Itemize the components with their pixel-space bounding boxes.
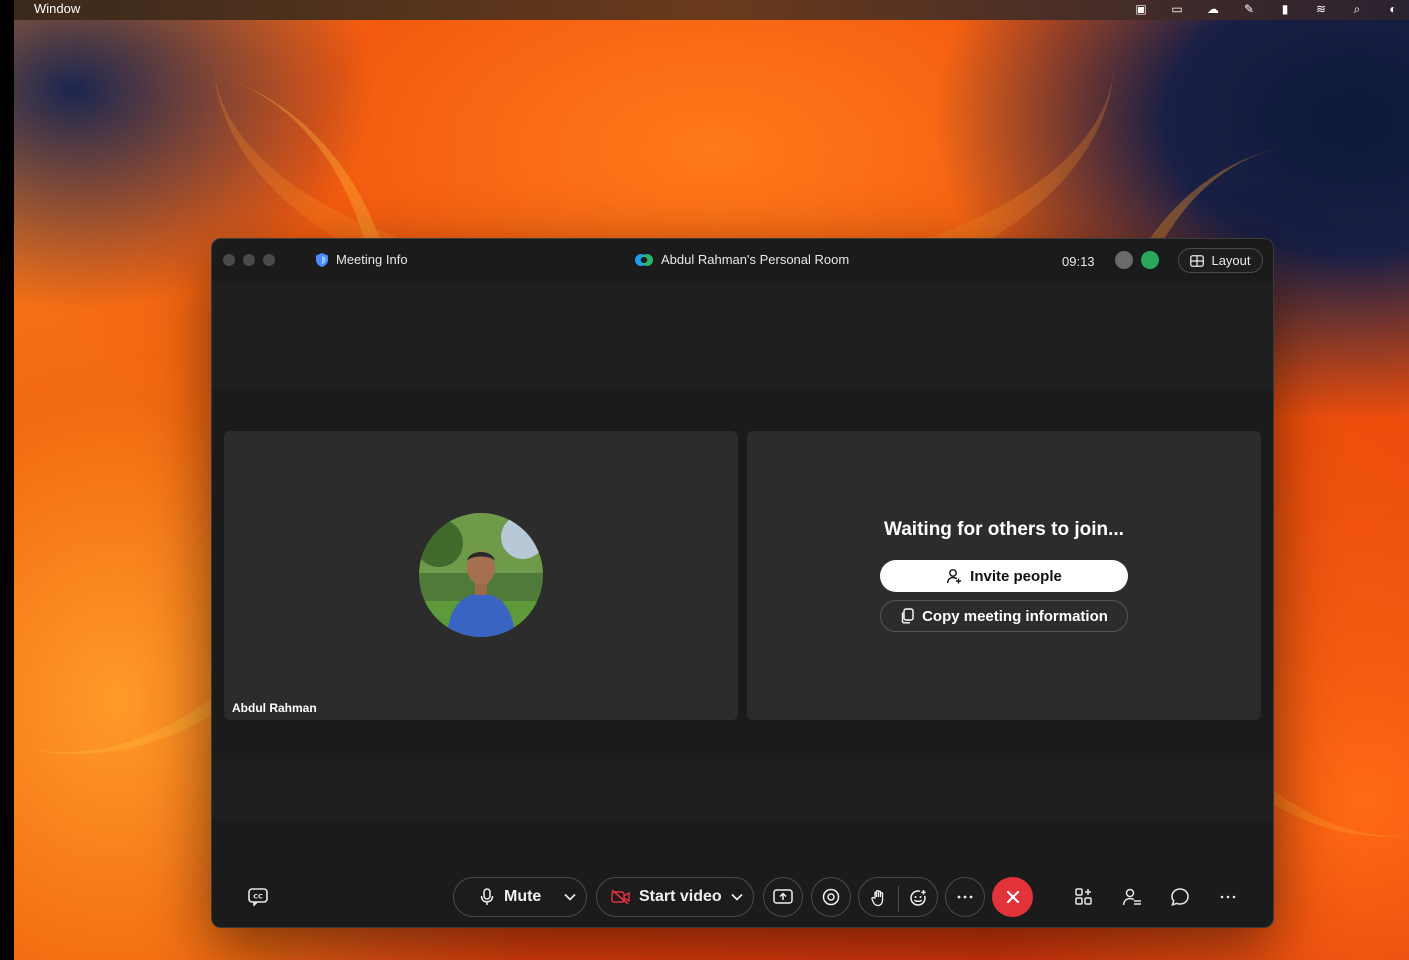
chevron-down-icon[interactable] bbox=[564, 893, 576, 901]
chevron-down-icon[interactable] bbox=[731, 893, 743, 901]
self-video-tile[interactable]: Abdul Rahman bbox=[224, 431, 738, 720]
bottom-strip bbox=[212, 759, 1273, 821]
webex-logo-icon bbox=[635, 253, 653, 266]
zoom-window-button[interactable] bbox=[263, 254, 275, 266]
minimize-window-button[interactable] bbox=[243, 254, 255, 266]
macos-menu-bar: Window ▣ ▭ ☁ ✎ ▮ ≋ ⌕ ◐ bbox=[14, 0, 1409, 20]
mute-button-group: Mute bbox=[453, 877, 587, 917]
meeting-timer: 09:13 bbox=[1062, 254, 1095, 269]
video-off-icon[interactable] bbox=[611, 889, 631, 905]
record-icon bbox=[822, 888, 840, 906]
feedback-icon[interactable]: ✎ bbox=[1241, 2, 1257, 16]
wifi-icon[interactable]: ≋ bbox=[1313, 2, 1329, 16]
record-button[interactable] bbox=[811, 877, 851, 917]
title-bar: Meeting Info Abdul Rahman's Personal Roo… bbox=[212, 239, 1273, 283]
cloud-icon[interactable]: ☁ bbox=[1205, 2, 1221, 16]
divider bbox=[898, 886, 899, 912]
chat-bubble-icon bbox=[1171, 888, 1189, 906]
reaction-emoji-icon[interactable] bbox=[909, 889, 927, 907]
more-options-button[interactable] bbox=[945, 877, 985, 917]
meeting-info-button[interactable]: Meeting Info bbox=[316, 252, 408, 267]
reactions-button-group bbox=[858, 877, 938, 917]
close-window-button[interactable] bbox=[223, 254, 235, 266]
participant-name: Abdul Rahman bbox=[232, 701, 317, 715]
copy-meeting-info-button[interactable]: Copy meeting information bbox=[880, 600, 1128, 632]
layout-button[interactable]: Layout bbox=[1178, 248, 1263, 273]
copy-meeting-info-label: Copy meeting information bbox=[922, 607, 1108, 625]
menu-window[interactable]: Window bbox=[34, 1, 80, 16]
screen-share-icon[interactable]: ▣ bbox=[1133, 2, 1149, 16]
invite-people-button[interactable]: Invite people bbox=[880, 560, 1128, 592]
grid-layout-icon bbox=[1190, 254, 1205, 267]
ellipsis-icon bbox=[1220, 895, 1236, 899]
end-meeting-button[interactable] bbox=[992, 877, 1033, 917]
connection-status bbox=[1115, 251, 1159, 269]
layout-label: Layout bbox=[1211, 253, 1251, 268]
more-panels-button[interactable] bbox=[1216, 885, 1240, 909]
meeting-info-label: Meeting Info bbox=[336, 252, 408, 267]
video-button-group: Start video bbox=[596, 877, 754, 917]
encryption-icon[interactable] bbox=[1115, 251, 1133, 269]
raise-hand-icon[interactable] bbox=[871, 889, 887, 907]
participants-button[interactable] bbox=[1120, 885, 1144, 909]
add-person-icon bbox=[946, 569, 962, 584]
participant-avatar bbox=[419, 513, 543, 637]
waiting-tile: Waiting for others to join... Invite peo… bbox=[747, 431, 1261, 720]
top-strip bbox=[212, 283, 1273, 389]
apps-grid-icon bbox=[1075, 888, 1092, 905]
room-title-text: Abdul Rahman's Personal Room bbox=[661, 252, 850, 267]
meeting-window: Meeting Info Abdul Rahman's Personal Roo… bbox=[211, 238, 1274, 928]
network-health-icon[interactable] bbox=[1141, 251, 1159, 269]
room-title: Abdul Rahman's Personal Room bbox=[635, 252, 849, 267]
waiting-message: Waiting for others to join... bbox=[884, 519, 1124, 540]
note-icon[interactable]: ▭ bbox=[1169, 2, 1185, 16]
control-center-icon[interactable]: ◐ bbox=[1385, 2, 1401, 16]
copy-icon bbox=[901, 608, 914, 624]
mute-label[interactable]: Mute bbox=[504, 888, 541, 906]
window-controls bbox=[223, 254, 275, 266]
apps-button[interactable] bbox=[1072, 885, 1096, 909]
close-icon bbox=[1006, 890, 1019, 904]
share-content-button[interactable] bbox=[763, 877, 803, 917]
menu-bar-status-icons: ▣ ▭ ☁ ✎ ▮ ≋ ⌕ ◐ bbox=[1133, 2, 1401, 16]
search-icon[interactable]: ⌕ bbox=[1349, 2, 1365, 16]
shield-icon bbox=[316, 252, 328, 267]
svg-text:CC: CC bbox=[253, 893, 263, 901]
microphone-icon[interactable] bbox=[480, 888, 494, 906]
avatar-photo-icon bbox=[419, 513, 543, 637]
battery-icon[interactable]: ▮ bbox=[1277, 2, 1293, 16]
ellipsis-icon bbox=[957, 895, 973, 899]
meeting-controls: CC Mute Start video bbox=[212, 875, 1273, 919]
participants-icon bbox=[1122, 888, 1141, 906]
chat-button[interactable] bbox=[1168, 885, 1192, 909]
share-screen-icon bbox=[773, 889, 793, 904]
start-video-label[interactable]: Start video bbox=[639, 888, 722, 906]
closed-captions-icon: CC bbox=[248, 888, 268, 906]
invite-people-label: Invite people bbox=[970, 567, 1062, 585]
captions-button[interactable]: CC bbox=[246, 885, 270, 909]
